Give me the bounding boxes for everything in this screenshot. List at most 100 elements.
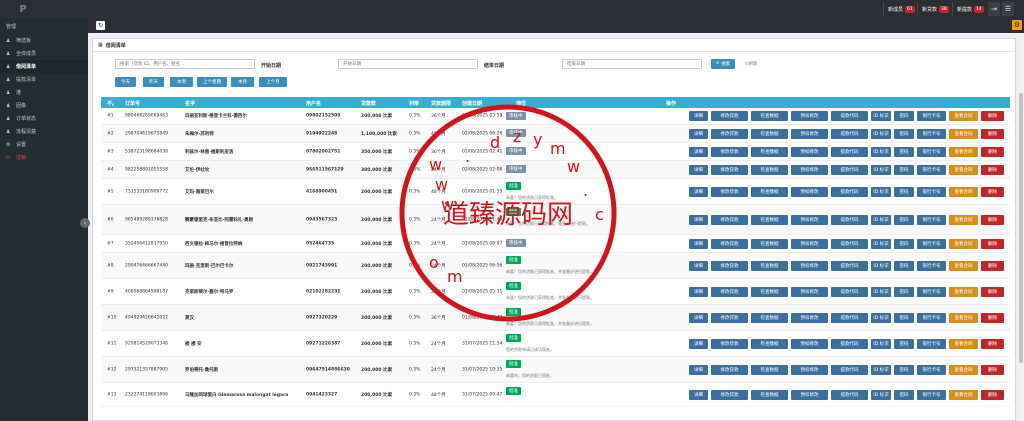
action-button-9[interactable]: 删除 [981,111,1004,121]
sidebar-item-5[interactable]: ♟ 固像 [0,99,88,112]
action-button-8[interactable]: 查看合同 [949,338,978,349]
action-button-3[interactable]: 预扣修改 [791,146,828,157]
action-button-9[interactable]: 删除 [981,128,1004,139]
action-button-4[interactable]: 提款代码 [831,111,868,121]
cell-user[interactable]: 0941423327 [306,392,337,397]
action-button-2[interactable]: 检查数据 [751,146,788,157]
action-button-7[interactable]: 银行卡号 [917,260,946,271]
action-button-0[interactable]: 详细 [689,164,708,175]
sidebar-item-9[interactable]: ⏻ 注销 [0,151,88,164]
logo[interactable]: P [2,0,44,18]
action-button-4[interactable]: 提款代码 [831,214,868,225]
action-button-3[interactable]: 预扣修改 [791,389,828,400]
action-button-7[interactable]: 银行卡号 [917,214,946,225]
action-button-2[interactable]: 检查数据 [751,389,788,400]
cell-user[interactable]: 966511567129 [306,167,344,172]
action-button-1[interactable]: 修改贷款 [711,186,748,197]
action-button-9[interactable]: 删除 [981,312,1004,323]
quick-last-week-button[interactable]: 上个星期 [197,77,227,87]
action-button-9[interactable]: 删除 [981,186,1004,197]
sidebar-item-1[interactable]: ♟ 全体成员 [0,47,88,60]
quick-today-button[interactable]: 今天 [115,77,136,87]
action-button-5[interactable]: ID 标识 [871,128,891,139]
action-button-0[interactable]: 详细 [689,389,708,400]
action-button-4[interactable]: 提款代码 [831,186,868,197]
action-button-7[interactable]: 银行卡号 [917,338,946,349]
action-button-0[interactable]: 详细 [689,312,708,323]
action-button-9[interactable]: 删除 [981,286,1004,297]
cell-name[interactable]: 楼 楼 安 [185,341,202,347]
action-button-8[interactable]: 查看合同 [949,364,978,375]
exit-icon[interactable]: ⇥ [988,2,1000,16]
action-button-3[interactable]: 预扣修改 [791,338,828,349]
action-button-9[interactable]: 删除 [981,338,1004,349]
action-button-5[interactable]: ID 标识 [871,186,891,197]
action-button-5[interactable]: ID 标识 [871,238,891,249]
action-button-1[interactable]: 修改贷款 [711,128,748,139]
action-button-0[interactable]: 详细 [689,364,708,375]
cell-name[interactable]: 玛丽亚利斯·维里卡兰科·德西尔 [185,113,247,119]
sidebar-item-4[interactable]: ♟ 港 [0,86,88,99]
action-button-0[interactable]: 详细 [689,338,708,349]
action-button-7[interactable]: 银行卡号 [917,111,946,121]
cell-user[interactable]: 0943567323 [306,217,337,222]
cell-name[interactable]: 玛丽·克里斯·巴尔巴卡尔 [185,263,233,269]
action-button-9[interactable]: 删除 [981,260,1004,271]
action-button-3[interactable]: 预扣修改 [791,364,828,375]
action-button-4[interactable]: 提款代码 [831,389,868,400]
gear-icon[interactable]: ⚙ [1012,20,1022,30]
action-button-3[interactable]: 预扣修改 [791,286,828,297]
action-button-6[interactable]: 密码 [894,312,914,323]
action-button-1[interactable]: 修改贷款 [711,146,748,157]
action-button-8[interactable]: 查看合同 [949,260,978,271]
action-button-3[interactable]: 预扣修改 [791,164,828,175]
action-button-3[interactable]: 预扣修改 [791,238,828,249]
action-button-7[interactable]: 银行卡号 [917,128,946,139]
action-button-7[interactable]: 银行卡号 [917,389,946,400]
action-button-6[interactable]: 密码 [894,260,914,271]
sidebar-item-3[interactable]: ♟ 提款清单 [0,73,88,86]
action-button-7[interactable]: 银行卡号 [917,364,946,375]
action-button-7[interactable]: 银行卡号 [917,146,946,157]
action-button-8[interactable]: 查看合同 [949,128,978,139]
action-button-7[interactable]: 银行卡号 [917,238,946,249]
action-button-4[interactable]: 提款代码 [831,146,868,157]
action-button-2[interactable]: 检查数据 [751,164,788,175]
action-button-9[interactable]: 删除 [981,214,1004,225]
sidebar-item-2[interactable]: ♟ 借阅清单 [0,60,88,73]
action-button-3[interactable]: 预扣修改 [791,128,828,139]
action-button-4[interactable]: 提款代码 [831,364,868,375]
action-button-2[interactable]: 检查数据 [751,238,788,249]
action-button-7[interactable]: 银行卡号 [917,312,946,323]
action-button-1[interactable]: 修改贷款 [711,389,748,400]
cell-name[interactable]: 利兹尔·林恩·维斯利皮洛 [185,149,233,155]
search-button[interactable]: 🔍 搜索 [711,59,735,69]
action-button-1[interactable]: 修改贷款 [711,164,748,175]
action-button-5[interactable]: ID 标识 [871,260,891,271]
action-button-5[interactable]: ID 标识 [871,164,891,175]
action-button-2[interactable]: 检查数据 [751,286,788,297]
cell-name[interactable]: 西文德拉·柿马尔·维普拉特纳 [185,241,242,247]
action-button-5[interactable]: ID 标识 [871,338,891,349]
refresh-icon[interactable]: ↻ [96,21,105,30]
action-button-4[interactable]: 提款代码 [831,128,868,139]
start-date-input[interactable] [338,59,478,69]
action-button-7[interactable]: 银行卡号 [917,186,946,197]
action-button-6[interactable]: 密码 [894,286,914,297]
action-button-9[interactable]: 删除 [981,238,1004,249]
cell-name[interactable]: 马隆加同球蛋白 Glemarose malongat legara [185,392,288,398]
action-button-2[interactable]: 检查数据 [751,364,788,375]
action-button-6[interactable]: 密码 [894,238,914,249]
action-button-0[interactable]: 详细 [689,286,708,297]
new-withdrawals-button[interactable]: 新提款 14 [952,2,988,16]
action-button-6[interactable]: 密码 [894,214,914,225]
cell-user[interactable]: 0927320229 [306,315,337,320]
new-loans-button[interactable]: 新贷款 38 [917,2,953,16]
scrollbar-thumb[interactable] [1019,93,1023,363]
quick-yesterday-button[interactable]: 昨天 [143,77,164,87]
action-button-4[interactable]: 提款代码 [831,286,868,297]
scrollbar[interactable] [1018,33,1024,421]
cell-name[interactable]: 赛蒙德里克·布亚比·阿雷科扎·奥根 [185,217,253,223]
action-button-2[interactable]: 检查数据 [751,338,788,349]
cell-user[interactable]: 09647514886630 [306,367,350,372]
